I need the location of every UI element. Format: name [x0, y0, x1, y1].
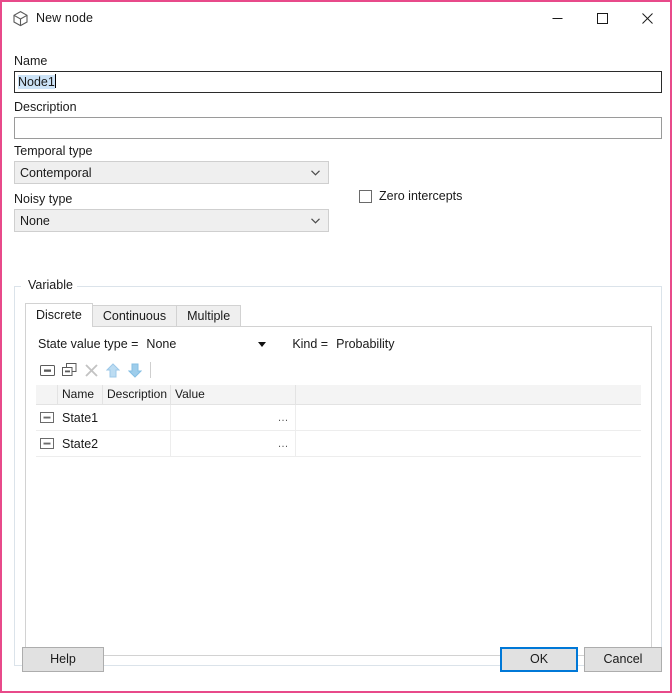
dialog-footer: Help OK Cancel: [2, 635, 670, 691]
name-input[interactable]: Node1: [14, 71, 662, 93]
tab-continuous-label: Continuous: [102, 309, 167, 323]
state-row-filler: [296, 431, 641, 456]
chevron-down-icon: [311, 168, 320, 178]
states-grid-header: Name Description Value: [36, 385, 641, 405]
state-value-cell[interactable]: …: [171, 405, 296, 430]
zero-intercepts-checkbox[interactable]: [359, 189, 372, 203]
tab-multiple-label: Multiple: [187, 309, 231, 323]
state-row-filler: [296, 405, 641, 430]
move-up-icon[interactable]: [102, 360, 124, 380]
column-header-value[interactable]: Value: [171, 385, 296, 404]
minimize-button[interactable]: [535, 2, 580, 34]
description-input[interactable]: [14, 117, 662, 139]
cube-icon: [11, 9, 29, 27]
column-header-icon[interactable]: [36, 385, 58, 404]
state-value-cell[interactable]: …: [171, 431, 296, 456]
state-icon: [36, 405, 58, 430]
delete-state-icon: [80, 360, 102, 380]
value-ellipsis-button[interactable]: …: [278, 412, 290, 423]
name-field-group: Name Node1: [14, 54, 662, 93]
noisy-type-value: None: [20, 213, 50, 228]
value-ellipsis-button[interactable]: …: [278, 438, 290, 449]
chevron-down-icon: [311, 216, 320, 226]
variable-group-title: Variable: [24, 278, 77, 292]
text-caret: [54, 74, 56, 88]
noisy-type-combobox[interactable]: None: [14, 209, 329, 232]
variable-groupbox: Variable Discrete Continuous Multiple St…: [14, 278, 662, 666]
new-state-icon[interactable]: [36, 360, 58, 380]
description-field-group: Description: [14, 100, 662, 139]
tab-multiple[interactable]: Multiple: [176, 305, 242, 327]
title-bar: New node: [2, 2, 670, 34]
close-button[interactable]: [625, 2, 670, 34]
move-down-icon[interactable]: [124, 360, 146, 380]
tab-continuous[interactable]: Continuous: [91, 305, 178, 327]
discrete-tab-panel: State value type = None Kind = Probabili…: [25, 326, 652, 656]
tab-discrete-label: Discrete: [36, 308, 82, 322]
column-header-filler: [296, 385, 641, 404]
state-icon: [36, 431, 58, 456]
maximize-button[interactable]: [580, 2, 625, 34]
state-value-type-row: State value type = None Kind = Probabili…: [38, 337, 394, 351]
cancel-button[interactable]: Cancel: [584, 647, 662, 672]
zero-intercepts-checkbox-row[interactable]: Zero intercepts: [359, 189, 462, 203]
temporal-type-label: Temporal type: [14, 144, 93, 158]
column-header-name[interactable]: Name: [58, 385, 103, 404]
temporal-type-group: Temporal type Contemporal: [14, 144, 329, 184]
temporal-type-combobox[interactable]: Contemporal: [14, 161, 329, 184]
column-header-description[interactable]: Description: [103, 385, 171, 404]
state-value-type-label: State value type =: [38, 337, 139, 351]
table-row[interactable]: State2 …: [36, 431, 641, 457]
duplicate-state-icon[interactable]: [58, 360, 80, 380]
state-name-cell[interactable]: State2: [58, 431, 171, 456]
kind-label: Kind =: [292, 337, 329, 351]
noisy-type-label: Noisy type: [14, 192, 73, 206]
ok-button[interactable]: OK: [500, 647, 578, 672]
table-row[interactable]: State1 …: [36, 405, 641, 431]
help-button[interactable]: Help: [22, 647, 104, 672]
description-label: Description: [14, 100, 77, 114]
name-label: Name: [14, 54, 48, 68]
variable-tabstrip: Discrete Continuous Multiple: [25, 303, 242, 327]
tab-discrete[interactable]: Discrete: [25, 303, 93, 327]
window-title: New node: [36, 11, 94, 25]
state-toolbar: [36, 359, 155, 381]
toolbar-separator: [150, 362, 151, 378]
states-grid: Name Description Value State1 … State2 …: [36, 385, 641, 457]
zero-intercepts-label: Zero intercepts: [379, 189, 463, 203]
state-name-cell[interactable]: State1: [58, 405, 171, 430]
kind-value: Probability: [336, 337, 395, 351]
state-value-type-dropdown-icon[interactable]: [254, 340, 270, 349]
temporal-type-value: Contemporal: [20, 165, 92, 180]
name-input-value: Node1: [18, 75, 55, 89]
dialog-body: Name Node1 Description Temporal type Con…: [2, 34, 670, 691]
window-controls: [535, 2, 670, 34]
state-value-type-value: None: [146, 337, 177, 351]
new-node-dialog: New node Name Node1 Description Temporal…: [0, 0, 672, 693]
noisy-type-group: Noisy type None: [14, 192, 329, 232]
